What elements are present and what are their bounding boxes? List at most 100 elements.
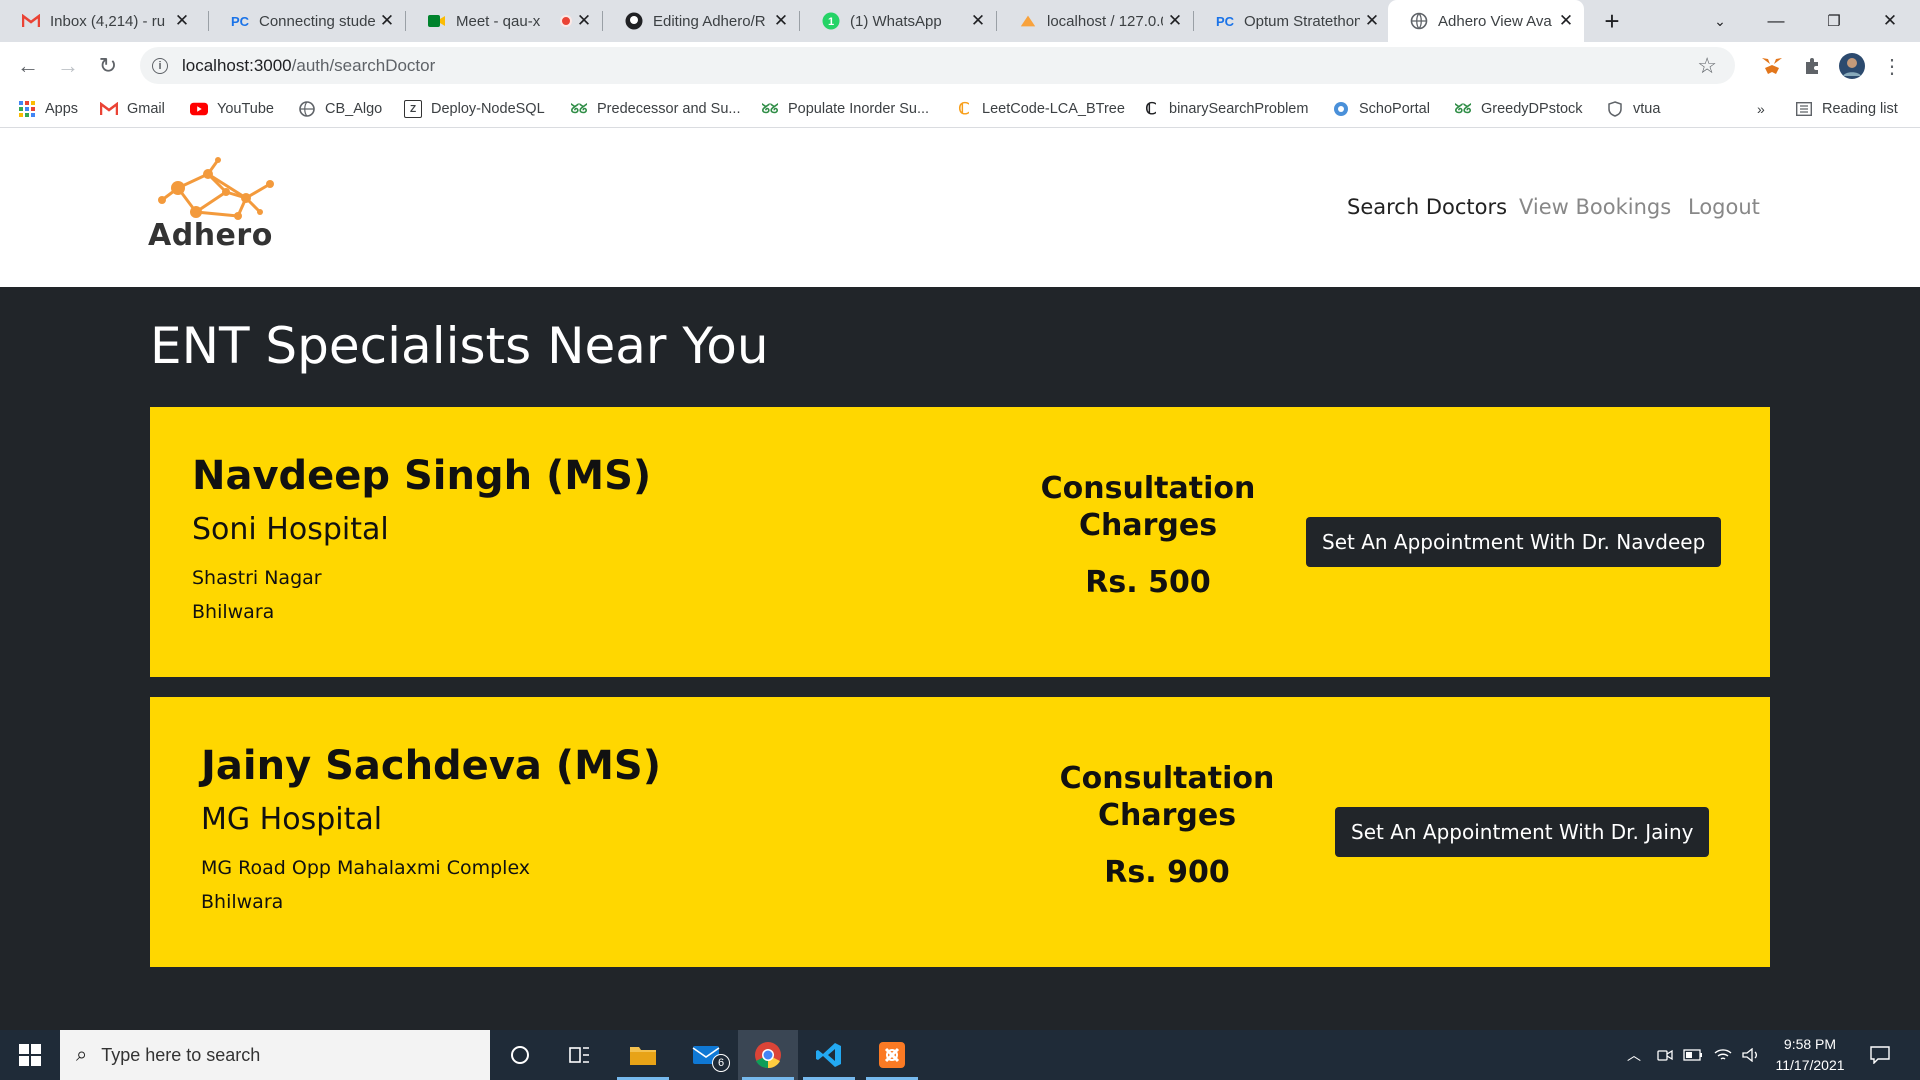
- close-icon[interactable]: ✕: [773, 11, 789, 31]
- bookmark-populate-inorder[interactable]: ᘜᘜ Populate Inorder Su...: [761, 98, 930, 120]
- nav-view-bookings[interactable]: View Bookings: [1519, 195, 1671, 219]
- mail-badge: 6: [712, 1054, 730, 1072]
- bookmark-label: vtua: [1633, 101, 1661, 117]
- main-content: ENT Specialists Near You Navdeep Singh (…: [0, 287, 1920, 1030]
- bookmark-leetcode-lca[interactable]: ℂ LeetCode-LCA_BTree: [955, 98, 1125, 120]
- windows-taskbar: ⌕ Type here to search 6 ︿ 9:58 PM 11/17/…: [0, 1030, 1920, 1080]
- bookmark-greedydp[interactable]: ᘜᘜ GreedyDPstock: [1454, 98, 1583, 120]
- bookmark-binary-search[interactable]: ℂ binarySearchProblem: [1142, 98, 1308, 120]
- tab-connecting[interactable]: PC Connecting stude ✕: [209, 0, 405, 42]
- bookmark-apps[interactable]: Apps: [18, 98, 78, 120]
- mail-icon[interactable]: 6: [677, 1030, 737, 1080]
- close-icon[interactable]: ✕: [970, 11, 986, 31]
- battery-icon[interactable]: [1680, 1030, 1706, 1080]
- tab-adhero[interactable]: Adhero View Ava ✕: [1388, 0, 1584, 42]
- file-explorer-icon[interactable]: [613, 1030, 673, 1080]
- tab-gmail[interactable]: Inbox (4,214) - ru ✕: [0, 0, 200, 42]
- wifi-icon[interactable]: [1710, 1030, 1736, 1080]
- doctor-address-line1: MG Road Opp Mahalaxmi Complex: [201, 857, 531, 879]
- apps-grid-icon: [18, 100, 36, 118]
- globe-icon: [298, 100, 316, 118]
- tab-title: Inbox (4,214) - ru: [50, 12, 166, 30]
- vscode-icon[interactable]: [799, 1030, 859, 1080]
- set-appointment-button[interactable]: Set An Appointment With Dr. Navdeep: [1306, 517, 1722, 567]
- system-clock[interactable]: 9:58 PM 11/17/2021: [1765, 1034, 1855, 1076]
- cortana-icon[interactable]: [490, 1030, 550, 1080]
- bookmark-schoportal[interactable]: SchoPortal: [1332, 98, 1430, 120]
- bookmark-label: LeetCode-LCA_BTree: [982, 101, 1125, 117]
- bookmarks-overflow-button[interactable]: »: [1757, 98, 1765, 120]
- meet-icon: [428, 12, 446, 30]
- bookmark-star-icon[interactable]: ☆: [1697, 53, 1717, 79]
- schoportal-icon: [1332, 100, 1350, 118]
- url-text[interactable]: localhost:3000/auth/searchDoctor: [182, 56, 435, 76]
- bookmark-label: YouTube: [217, 101, 274, 117]
- network-logo-icon: [158, 157, 274, 220]
- task-view-icon[interactable]: [550, 1030, 610, 1080]
- tab-optum[interactable]: PC Optum Stratethon ✕: [1194, 0, 1390, 42]
- xampp-icon[interactable]: [862, 1030, 922, 1080]
- bookmark-gmail[interactable]: Gmail: [100, 98, 165, 120]
- address-bar[interactable]: i localhost:3000/auth/searchDoctor ☆: [140, 47, 1735, 84]
- window-close-button[interactable]: ✕: [1862, 0, 1918, 42]
- close-icon[interactable]: ✕: [1558, 11, 1574, 31]
- restore-button[interactable]: ❐: [1806, 0, 1862, 42]
- notifications-icon[interactable]: [1862, 1030, 1898, 1080]
- tab-title: localhost / 127.0.0: [1047, 12, 1163, 30]
- back-arrow-icon[interactable]: ←: [12, 50, 44, 82]
- globe-icon: [1410, 12, 1428, 30]
- tab-meet[interactable]: Meet - qau-x ✕: [406, 0, 602, 42]
- minimize-button[interactable]: —: [1748, 0, 1804, 42]
- doctor-hospital: Soni Hospital: [192, 512, 389, 547]
- nav-search-doctors[interactable]: Search Doctors: [1347, 195, 1507, 219]
- nav-logout[interactable]: Logout: [1688, 195, 1760, 219]
- bookmark-deploy-nodesql[interactable]: Z Deploy-NodeSQL: [404, 98, 545, 120]
- tray-chevron-icon[interactable]: ︿: [1620, 1030, 1648, 1080]
- profile-avatar[interactable]: [1838, 52, 1866, 80]
- tab-title: Editing Adhero/R: [653, 12, 766, 30]
- taskbar-search-box[interactable]: ⌕ Type here to search: [60, 1030, 490, 1080]
- metamask-fox-icon[interactable]: [1758, 52, 1786, 80]
- bookmarks-bar: Apps Gmail YouTube CB_Algo Z Deploy-Node…: [0, 90, 1920, 128]
- geeksforgeeks-icon: ᘜᘜ: [570, 101, 588, 116]
- bookmark-label: Predecessor and Su...: [597, 101, 741, 117]
- zeit-icon: Z: [404, 100, 422, 118]
- tab-phpmyadmin[interactable]: localhost / 127.0.0 ✕: [997, 0, 1193, 42]
- kebab-menu-icon[interactable]: ⋮: [1878, 52, 1906, 80]
- tab-github[interactable]: Editing Adhero/R ✕: [603, 0, 799, 42]
- chrome-taskbar-icon[interactable]: [738, 1030, 798, 1080]
- bookmark-predecessor[interactable]: ᘜᘜ Predecessor and Su...: [570, 98, 741, 120]
- tab-whatsapp[interactable]: 1 (1) WhatsApp ✕: [800, 0, 996, 42]
- bookmark-cb-algo[interactable]: CB_Algo: [298, 98, 382, 120]
- gmail-icon: [100, 100, 118, 118]
- bookmark-vtua[interactable]: vtua: [1606, 98, 1660, 120]
- phpmyadmin-icon: [1019, 12, 1037, 30]
- bookmark-youtube[interactable]: YouTube: [190, 98, 274, 120]
- extensions-puzzle-icon[interactable]: [1798, 52, 1826, 80]
- tab-search-chevron-icon[interactable]: ⌄: [1692, 0, 1748, 42]
- brand-name[interactable]: Adhero: [148, 218, 273, 253]
- volume-icon[interactable]: [1738, 1030, 1764, 1080]
- reload-icon[interactable]: ↻: [92, 50, 124, 82]
- close-icon[interactable]: ✕: [1364, 11, 1380, 31]
- doctor-card: Navdeep Singh (MS) Soni Hospital Shastri…: [150, 407, 1770, 677]
- pc-icon: PC: [230, 13, 250, 29]
- github-icon: [625, 12, 643, 30]
- taskbar-search-placeholder: Type here to search: [101, 1044, 261, 1065]
- forward-arrow-icon[interactable]: →: [52, 50, 84, 82]
- info-icon[interactable]: i: [152, 57, 168, 74]
- doctor-card: Jainy Sachdeva (MS) MG Hospital MG Road …: [150, 697, 1770, 967]
- bookmark-label: Populate Inorder Su...: [788, 101, 930, 117]
- meet-now-icon[interactable]: [1652, 1030, 1678, 1080]
- windows-start-button[interactable]: [0, 1030, 60, 1080]
- new-tab-button[interactable]: +: [1584, 0, 1640, 42]
- close-icon[interactable]: ✕: [1167, 11, 1183, 31]
- set-appointment-button[interactable]: Set An Appointment With Dr. Jainy: [1335, 807, 1710, 857]
- close-icon[interactable]: ✕: [174, 11, 190, 31]
- whatsapp-icon: 1: [822, 12, 840, 30]
- close-icon[interactable]: ✕: [379, 11, 395, 31]
- reading-list-button[interactable]: Reading list: [1795, 98, 1898, 120]
- tab-title: Connecting stude: [259, 12, 375, 30]
- close-icon[interactable]: ✕: [576, 11, 592, 31]
- doctor-name: Jainy Sachdeva (MS): [201, 743, 661, 789]
